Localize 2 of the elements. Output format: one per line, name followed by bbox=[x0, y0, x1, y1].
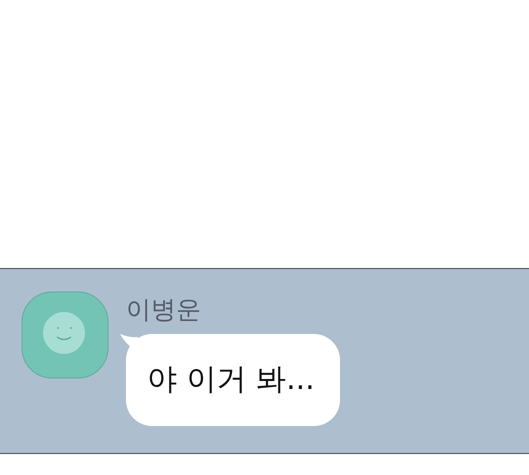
avatar-icon bbox=[21, 291, 109, 379]
sender-name: 이병운 bbox=[126, 294, 202, 326]
